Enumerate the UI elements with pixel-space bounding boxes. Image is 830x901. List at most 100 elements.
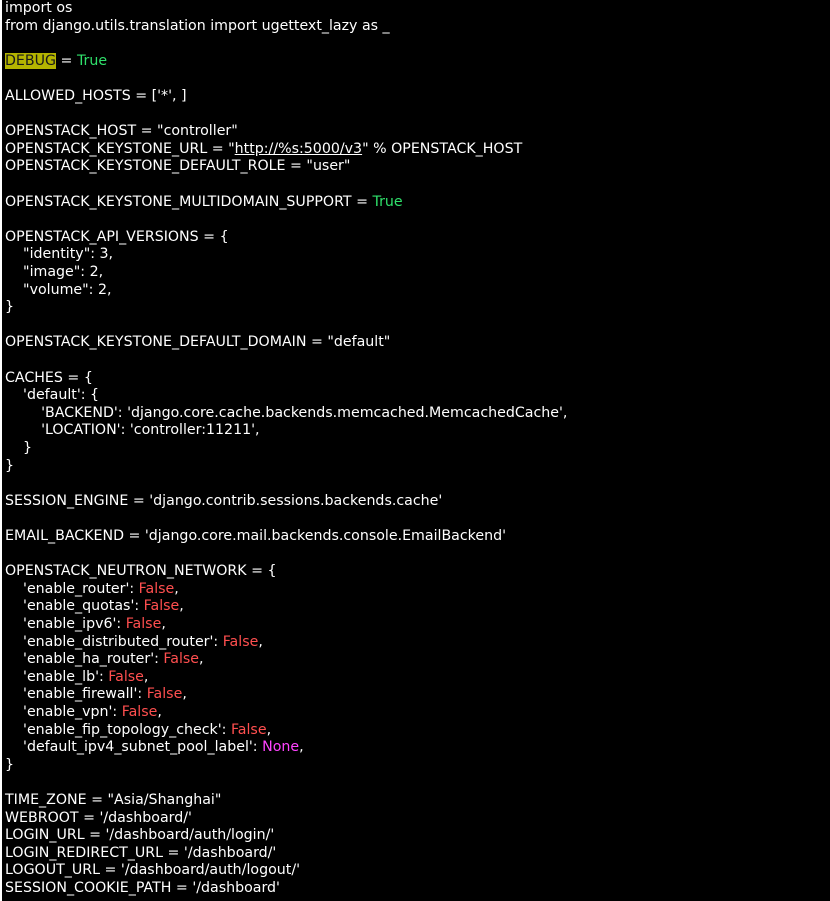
code-text: from django.utils.translation import uge… (5, 17, 390, 34)
code-line[interactable]: LOGOUT_URL = '/dashboard/auth/logout/' (5, 862, 300, 880)
terminal-editor[interactable]: import os from django.utils.translation i… (0, 0, 830, 901)
code-line[interactable]: 'enable_distributed_router': False, (5, 634, 263, 652)
code-line[interactable]: } (5, 757, 14, 775)
code-text: 'enable_ipv6': (5, 616, 126, 632)
cursor-bar (0, 0, 2, 901)
code-text: 'enable_fip_topology_check': (5, 721, 231, 738)
code-line[interactable]: 'enable_quotas': False, (5, 598, 184, 616)
search-highlight: DEBUG (5, 52, 57, 69)
code-text: WEBROOT = '/dashboard/' (5, 809, 192, 826)
keyword-none: None (262, 739, 300, 756)
code-line[interactable]: } (5, 299, 14, 317)
code-text: ALLOWED_HOSTS = ['*', ] (5, 88, 187, 104)
keyword-false: False (163, 651, 200, 668)
code-line[interactable]: import os (5, 0, 72, 18)
code-line[interactable]: 'enable_ipv6': False, (5, 616, 166, 634)
code-line[interactable]: 'enable_firewall': False, (5, 686, 187, 704)
keyword-false: False (143, 598, 180, 615)
code-text: OPENSTACK_NEUTRON_NETWORK = { (5, 563, 277, 580)
code-text: } (5, 457, 15, 474)
code-line[interactable]: OPENSTACK_KEYSTONE_DEFAULT_DOMAIN = "def… (5, 334, 390, 352)
code-line[interactable]: OPENSTACK_KEYSTONE_MULTIDOMAIN_SUPPORT =… (5, 194, 403, 212)
code-line[interactable]: 'BACKEND': 'django.core.cache.backends.m… (5, 405, 567, 423)
code-text: , (182, 686, 187, 703)
code-line[interactable]: } (5, 440, 32, 458)
url-link[interactable]: http://%s:5000/v3 (235, 141, 362, 157)
code-line[interactable]: DEBUG = True (5, 52, 108, 71)
keyword-false: False (108, 668, 144, 685)
code-line[interactable]: ALLOWED_HOSTS = ['*', ] (5, 88, 187, 106)
code-text: } (5, 440, 33, 456)
keyword-false: False (121, 704, 158, 720)
code-line[interactable]: 'LOCATION': 'controller:11211', (5, 422, 260, 440)
code-text: LOGIN_REDIRECT_URL = '/dashboard/' (5, 844, 277, 861)
code-line[interactable]: OPENSTACK_API_VERSIONS = { (5, 229, 229, 247)
code-line[interactable]: LOGIN_REDIRECT_URL = '/dashboard/' (5, 845, 276, 863)
code-line[interactable]: LOGIN_URL = '/dashboard/auth/login/' (5, 827, 274, 845)
keyword-true: True (372, 193, 403, 210)
code-text: 'enable_distributed_router': (5, 633, 223, 650)
keyword-false: False (222, 633, 259, 650)
code-text: 'enable_ha_router': (5, 651, 164, 668)
code-text: OPENSTACK_KEYSTONE_MULTIDOMAIN_SUPPORT = (5, 193, 373, 210)
code-line[interactable]: 'enable_router': False, (5, 581, 179, 599)
keyword-true: True (76, 52, 108, 69)
code-text: , (174, 580, 179, 597)
code-text: 'BACKEND': 'django.core.cache.backends.m… (5, 404, 568, 421)
keyword-false: False (138, 580, 175, 597)
code-line[interactable]: 'enable_ha_router': False, (5, 651, 204, 669)
code-line[interactable]: 'default': { (5, 387, 99, 405)
code-line[interactable]: } (5, 458, 14, 476)
code-line[interactable]: OPENSTACK_NEUTRON_NETWORK = { (5, 563, 277, 581)
keyword-false: False (146, 686, 183, 703)
code-text: = (56, 52, 77, 69)
code-line[interactable]: 'enable_fip_topology_check': False, (5, 722, 271, 740)
code-line[interactable]: OPENSTACK_KEYSTONE_URL = "http://%s:5000… (5, 141, 522, 159)
code-text: "volume": 2, (5, 281, 112, 298)
code-text: 'LOCATION': 'controller:11211', (5, 422, 260, 439)
code-line[interactable]: CACHES = { (5, 370, 93, 388)
code-text: 'enable_router': (5, 580, 139, 597)
code-line[interactable]: "image": 2, (5, 264, 103, 282)
code-text: OPENSTACK_KEYSTONE_DEFAULT_DOMAIN = "def… (5, 334, 391, 351)
code-text: CACHES = { (5, 369, 93, 386)
code-line[interactable]: TIME_ZONE = "Asia/Shanghai" (5, 792, 221, 810)
code-text: SESSION_ENGINE = 'django.contrib.session… (5, 492, 443, 509)
code-text: 'enable_firewall': (5, 686, 147, 703)
code-text: , (258, 633, 263, 650)
code-text: OPENSTACK_HOST = "controller" (5, 123, 238, 140)
code-text: 'enable_lb': (5, 668, 109, 685)
code-text: , (179, 598, 184, 615)
code-line[interactable]: 'default_ipv4_subnet_pool_label': None, (5, 739, 304, 757)
code-text: EMAIL_BACKEND = 'django.core.mail.backen… (5, 528, 507, 544)
code-text: } (5, 299, 15, 316)
code-line[interactable]: SESSION_COOKIE_PATH = '/dashboard' (5, 880, 280, 898)
code-text: } (5, 756, 15, 773)
code-line[interactable]: OPENSTACK_KEYSTONE_DEFAULT_ROLE = "user" (5, 158, 350, 176)
code-text: "image": 2, (5, 264, 104, 280)
code-text: , (157, 704, 162, 720)
code-line[interactable]: "identity": 3, (5, 246, 113, 264)
code-text: , (199, 651, 204, 668)
code-text: 'enable_vpn': (5, 704, 122, 720)
code-text: OPENSTACK_API_VERSIONS = { (5, 228, 229, 245)
code-line[interactable]: 'enable_vpn': False, (5, 704, 162, 722)
code-text: "identity": 3, (5, 246, 114, 263)
code-line[interactable]: 'enable_lb': False, (5, 669, 148, 687)
code-text: , (266, 721, 272, 738)
code-text: , (161, 616, 166, 632)
code-line[interactable]: WEBROOT = '/dashboard/' (5, 810, 192, 828)
code-text: SESSION_COOKIE_PATH = '/dashboard' (5, 880, 280, 896)
code-text: LOGIN_URL = '/dashboard/auth/login/' (5, 827, 275, 844)
code-line[interactable]: SESSION_ENGINE = 'django.contrib.session… (5, 493, 442, 511)
code-text: 'default_ipv4_subnet_pool_label': (5, 739, 263, 756)
code-text: , (143, 668, 149, 685)
code-line[interactable]: EMAIL_BACKEND = 'django.core.mail.backen… (5, 528, 506, 546)
code-line[interactable]: "volume": 2, (5, 282, 111, 300)
code-line[interactable]: from django.utils.translation import uge… (5, 18, 390, 36)
code-text: OPENSTACK_KEYSTONE_DEFAULT_ROLE = "user" (5, 158, 351, 175)
code-line[interactable]: OPENSTACK_HOST = "controller" (5, 123, 238, 141)
code-text: TIME_ZONE = "Asia/Shanghai" (5, 792, 222, 808)
code-text: 'default': { (5, 387, 100, 404)
code-text: import os (5, 0, 73, 16)
